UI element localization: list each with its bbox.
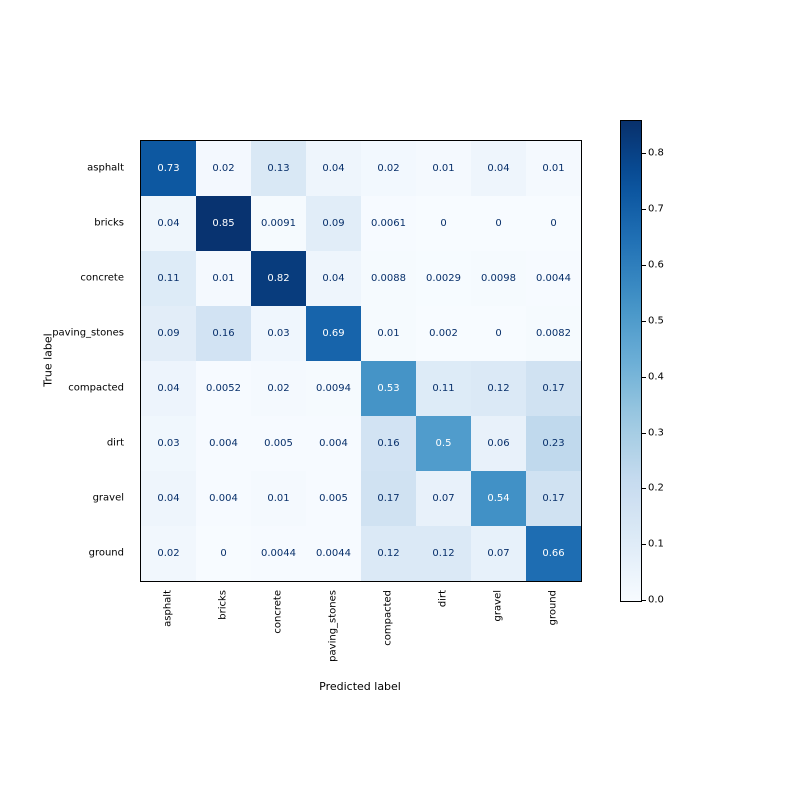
heatmap-cell: 0.66 [526, 526, 581, 581]
colorbar-tick-label: 0.5 [648, 315, 664, 326]
x-tick-label: compacted [382, 590, 393, 646]
colorbar-tick-label: 0.8 [648, 148, 664, 159]
heatmap-cell: 0.07 [416, 471, 471, 526]
colorbar-tick-label: 0.3 [648, 427, 664, 438]
heatmap-cell: 0.0082 [526, 306, 581, 361]
heatmap-cell: 0.04 [306, 141, 361, 196]
heatmap-cell: 0.04 [471, 141, 526, 196]
heatmap-cell: 0.0061 [361, 196, 416, 251]
heatmap-cell: 0.005 [251, 416, 306, 471]
y-tick-label: dirt [0, 437, 130, 448]
heatmap-cell: 0.0044 [306, 526, 361, 581]
heatmap-cell: 0.17 [526, 361, 581, 416]
y-tick-label: bricks [0, 217, 130, 228]
heatmap-cell: 0.02 [141, 526, 196, 581]
colorbar [620, 120, 642, 602]
heatmap-cell: 0 [526, 196, 581, 251]
heatmap-cell: 0.82 [251, 251, 306, 306]
heatmap-cell: 0.0098 [471, 251, 526, 306]
x-tick-label: paving_stones [327, 590, 338, 662]
x-tick-label: ground [547, 590, 558, 625]
x-tick-label: dirt [437, 590, 448, 607]
heatmap-cell: 0.005 [306, 471, 361, 526]
heatmap-cell: 0.0094 [306, 361, 361, 416]
x-tick-label: gravel [492, 590, 503, 621]
heatmap-cell: 0 [471, 306, 526, 361]
heatmap-cell: 0.004 [196, 471, 251, 526]
heatmap-cell: 0.16 [196, 306, 251, 361]
colorbar-tick-label: 0.2 [648, 483, 664, 494]
heatmap-cell: 0.01 [361, 306, 416, 361]
colorbar-tick-label: 0.4 [648, 371, 664, 382]
heatmap-cell: 0.11 [141, 251, 196, 306]
heatmap-cell: 0.002 [416, 306, 471, 361]
heatmap-cell: 0.04 [141, 361, 196, 416]
heatmap-cell: 0.03 [251, 306, 306, 361]
y-axis-label: True label [42, 333, 55, 386]
heatmap-cell: 0.12 [361, 526, 416, 581]
x-tick-label: asphalt [162, 590, 173, 627]
heatmap-cell: 0.73 [141, 141, 196, 196]
y-tick-label: concrete [0, 272, 130, 283]
colorbar-tick-label: 0.0 [648, 595, 664, 606]
x-tick-label: bricks [217, 590, 228, 620]
heatmap-cell: 0.02 [196, 141, 251, 196]
heatmap-cell: 0.02 [361, 141, 416, 196]
heatmap-cell: 0.0091 [251, 196, 306, 251]
y-tick-label: compacted [0, 382, 130, 393]
confusion-matrix-heatmap: 0.730.020.130.040.020.010.040.010.040.85… [140, 140, 582, 582]
heatmap-cell: 0.16 [361, 416, 416, 471]
heatmap-cell: 0 [416, 196, 471, 251]
heatmap-cell: 0.01 [196, 251, 251, 306]
heatmap-cell: 0.09 [141, 306, 196, 361]
heatmap-cell: 0.07 [471, 526, 526, 581]
heatmap-cell: 0.004 [196, 416, 251, 471]
heatmap-cell: 0.17 [526, 471, 581, 526]
heatmap-cell: 0.53 [361, 361, 416, 416]
heatmap-cell: 0.04 [306, 251, 361, 306]
colorbar-tick-label: 0.7 [648, 204, 664, 215]
y-tick-label: paving_stones [0, 327, 130, 338]
colorbar-tick-label: 0.1 [648, 539, 664, 550]
heatmap-cell: 0.01 [526, 141, 581, 196]
heatmap-cell: 0.04 [141, 196, 196, 251]
heatmap-cell: 0.0044 [526, 251, 581, 306]
heatmap-cell: 0.004 [306, 416, 361, 471]
heatmap-cell: 0.13 [251, 141, 306, 196]
heatmap-cell: 0.0052 [196, 361, 251, 416]
colorbar-tick-label: 0.6 [648, 260, 664, 271]
x-tick-label: concrete [272, 590, 283, 634]
heatmap-cell: 0.17 [361, 471, 416, 526]
heatmap-cell: 0.69 [306, 306, 361, 361]
heatmap-cell: 0.01 [416, 141, 471, 196]
heatmap-cell: 0.0044 [251, 526, 306, 581]
heatmap-cell: 0.0088 [361, 251, 416, 306]
heatmap-cell: 0.03 [141, 416, 196, 471]
heatmap-cell: 0 [196, 526, 251, 581]
y-tick-label: gravel [0, 492, 130, 503]
heatmap-cell: 0.5 [416, 416, 471, 471]
x-axis-label: Predicted label [319, 680, 401, 693]
heatmap-cell: 0.01 [251, 471, 306, 526]
heatmap-cell: 0.02 [251, 361, 306, 416]
heatmap-cell: 0.85 [196, 196, 251, 251]
heatmap-cell: 0.06 [471, 416, 526, 471]
heatmap-cell: 0.12 [471, 361, 526, 416]
heatmap-cell: 0.54 [471, 471, 526, 526]
heatmap-cell: 0.12 [416, 526, 471, 581]
heatmap-cell: 0.23 [526, 416, 581, 471]
y-tick-label: ground [0, 547, 130, 558]
heatmap-cell: 0.0029 [416, 251, 471, 306]
heatmap-cell: 0 [471, 196, 526, 251]
heatmap-cell: 0.04 [141, 471, 196, 526]
heatmap-cell: 0.09 [306, 196, 361, 251]
heatmap-cell: 0.11 [416, 361, 471, 416]
y-tick-label: asphalt [0, 162, 130, 173]
